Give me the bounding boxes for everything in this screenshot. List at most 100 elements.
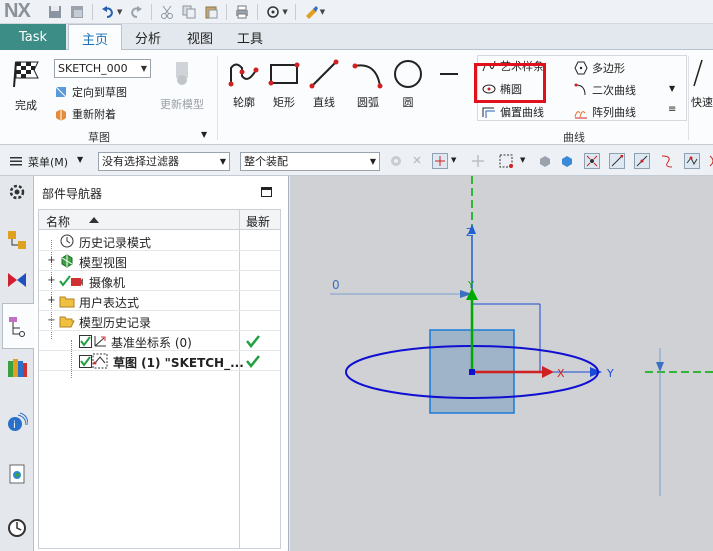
undo-icon[interactable] — [100, 4, 116, 20]
gallery-scroll-down-icon[interactable]: ▼ — [669, 84, 675, 93]
sort-ascending-icon — [89, 217, 99, 223]
tree-row-sketch[interactable]: 草图 (1) "SKETCH_... — [39, 351, 280, 371]
move-icon[interactable] — [470, 153, 486, 169]
part-navigator-icon[interactable] — [5, 314, 29, 338]
snap-point-icon[interactable] — [265, 4, 281, 20]
sketch-group-expand-icon[interactable]: ▼ — [201, 130, 207, 139]
copy-icon[interactable] — [181, 4, 197, 20]
tab-tools[interactable]: 工具 — [228, 24, 272, 50]
graphics-window[interactable]: 0 Z Y X Y — [290, 176, 713, 551]
constraint-navigator-icon[interactable] — [5, 268, 29, 292]
tree-row-history-mode[interactable]: 历史记录模式 — [39, 231, 280, 251]
endpoint-snap-icon[interactable] — [584, 153, 600, 169]
checkbox-checked-icon[interactable] — [77, 353, 93, 369]
pattern-curve-icon — [574, 105, 588, 119]
latest-check-icon — [245, 353, 261, 369]
reuse-library-icon[interactable] — [5, 356, 29, 380]
snap-dropdown-icon[interactable]: ▼ — [282, 8, 287, 16]
point-button[interactable] — [434, 58, 464, 90]
tree-row-model-history[interactable]: − 模型历史记录 — [39, 311, 280, 331]
paste-icon[interactable] — [203, 4, 219, 20]
gallery-more-icon[interactable]: ≡ — [668, 104, 676, 115]
menu-button[interactable]: 菜单(M) — [28, 154, 68, 170]
tangent-snap-icon[interactable] — [659, 153, 675, 169]
expand-icon[interactable]: + — [47, 296, 56, 306]
sketch-name-value: SKETCH_000 — [58, 62, 128, 75]
offset-curve-button[interactable]: 偏置曲线 — [482, 104, 544, 120]
origin-point[interactable] — [469, 369, 475, 375]
rectangle-button[interactable]: 矩形 — [268, 58, 300, 110]
circle-label: 圆 — [402, 96, 414, 109]
history-palette-icon[interactable] — [5, 462, 29, 486]
orient-icon — [54, 85, 68, 99]
qat-more-icon[interactable]: ▼ — [320, 8, 325, 16]
column-latest-header[interactable]: 最新 — [246, 213, 270, 230]
line-button[interactable]: 直线 — [308, 58, 340, 110]
selection-scope-select[interactable]: 整个装配 ▼ — [240, 152, 380, 171]
save-icon[interactable] — [47, 4, 63, 20]
expand-icon[interactable]: + — [47, 256, 56, 266]
reattach-button[interactable]: 重新附着 — [54, 106, 116, 122]
deselect-icon[interactable] — [410, 153, 426, 169]
assembly-navigator-icon[interactable] — [5, 228, 29, 252]
tree-row-user-expressions[interactable]: + 用户表达式 — [39, 291, 280, 311]
part-navigator: 部件导航器 名称 最新 历史记录模式 + 模型视图 + 摄像机 + 用户表达式 … — [34, 176, 289, 551]
menu-dropdown-icon[interactable]: ▼ — [77, 155, 83, 164]
sketch-name-select[interactable]: SKETCH_000 ▼ — [54, 59, 151, 78]
print-icon[interactable] — [234, 4, 250, 20]
tree-row-datum-csys[interactable]: 基准坐标系 (0) — [39, 331, 280, 351]
quick-trim-button[interactable]: 快速 — [690, 58, 713, 110]
gear-icon[interactable] — [5, 180, 29, 204]
tab-task[interactable]: Task — [0, 24, 66, 50]
pattern-curve-label: 阵列曲线 — [592, 106, 636, 119]
intersection-snap-icon[interactable] — [684, 153, 700, 169]
column-name-header[interactable]: 名称 — [46, 213, 70, 230]
circle-button[interactable]: 圆 — [392, 58, 424, 110]
component-select-icon[interactable] — [559, 153, 575, 169]
nx-logo: NX — [4, 0, 31, 22]
select-gear-icon[interactable] — [388, 153, 404, 169]
body-select-icon[interactable] — [537, 153, 553, 169]
quadrant-snap-icon[interactable] — [705, 153, 713, 169]
rectangle-select-icon[interactable] — [498, 153, 514, 169]
profile-button[interactable]: 轮廓 — [228, 58, 260, 110]
arc-button[interactable]: 圆弧 — [352, 58, 384, 110]
cut-icon[interactable] — [159, 4, 175, 20]
dimension-value[interactable]: 0 — [332, 278, 340, 292]
expand-icon[interactable]: + — [47, 276, 56, 286]
maximize-icon[interactable] — [261, 187, 272, 197]
offset-curve-label: 偏置曲线 — [500, 106, 544, 119]
snap-dropdown-icon[interactable]: ▼ — [451, 156, 456, 164]
save-all-icon[interactable] — [69, 4, 85, 20]
menu-icon[interactable] — [8, 153, 24, 169]
conic-button[interactable]: 二次曲线 — [574, 82, 636, 98]
tab-analysis[interactable]: 分析 — [126, 24, 170, 50]
tree-row-model-views[interactable]: + 模型视图 — [39, 251, 280, 271]
info-web-icon[interactable]: i — [5, 410, 29, 434]
polygon-button[interactable]: 多边形 — [574, 60, 625, 76]
checkbox-checked-icon[interactable] — [77, 333, 93, 349]
tab-home[interactable]: 主页 — [68, 24, 122, 51]
separator — [92, 3, 93, 20]
midpoint-snap-icon[interactable] — [609, 153, 625, 169]
conic-icon — [574, 83, 588, 97]
tree-row-cameras[interactable]: + 摄像机 — [39, 271, 280, 291]
tree-row-label: 摄像机 — [89, 276, 126, 290]
sketch-canvas[interactable]: 0 Z Y X Y — [290, 176, 713, 551]
folder-icon — [59, 293, 75, 309]
type-filter-select[interactable]: 没有选择过滤器 ▼ — [98, 152, 230, 171]
collapse-icon[interactable]: − — [47, 316, 56, 326]
finish-sketch-button[interactable]: 完成 — [10, 58, 42, 113]
snap-grid-icon[interactable] — [432, 153, 448, 169]
redo-icon[interactable] — [128, 4, 144, 20]
clock-icon[interactable] — [5, 516, 29, 540]
tab-view[interactable]: 视图 — [178, 24, 222, 50]
group-separator — [688, 56, 689, 140]
update-model-button[interactable]: 更新模型 — [160, 58, 204, 112]
point-on-curve-icon[interactable] — [634, 153, 650, 169]
select-dropdown-icon[interactable]: ▼ — [520, 156, 525, 164]
customize-icon[interactable] — [303, 4, 319, 20]
undo-dropdown-icon[interactable]: ▼ — [117, 8, 122, 16]
pattern-curve-button[interactable]: 阵列曲线 — [574, 104, 636, 120]
orient-to-sketch-button[interactable]: 定向到草图 — [54, 84, 127, 100]
